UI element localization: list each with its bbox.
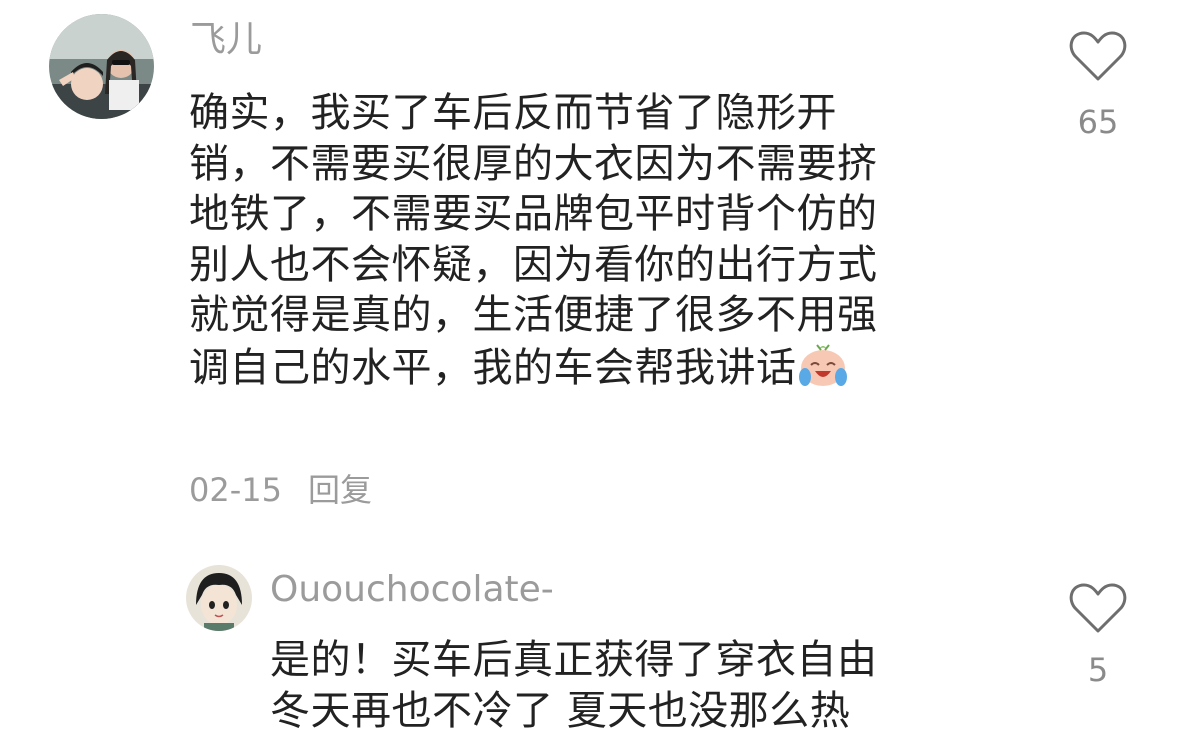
avatar-photo (186, 565, 252, 631)
avatar-photo (49, 14, 154, 119)
comment-body: 确实，我买了车后反而节省了隐形开 销，不需要买很厚的大衣因为不需要挤 地铁了，不… (189, 88, 878, 399)
like-button[interactable] (1068, 580, 1128, 640)
comment-line: 销，不需要买很厚的大衣因为不需要挤 (189, 140, 878, 187)
crying-laughing-face-emoji (797, 341, 849, 400)
comment-line: 确实，我买了车后反而节省了隐形开 (189, 90, 837, 136)
comment-body: 是的！买车后真正获得了穿衣自由 冬天再也不冷了 夏天也没那么热 (270, 635, 878, 736)
like-count: 5 (1087, 651, 1109, 689)
comment-line: 就觉得是真的，生活便捷了很多不用强 (189, 292, 878, 338)
like-count: 65 (1077, 103, 1119, 141)
comment-date: 02-15 (189, 471, 282, 509)
heart-outline-icon (1069, 583, 1127, 633)
comment-line: 是的！买车后真正获得了穿衣自由 (270, 637, 878, 683)
avatar[interactable] (186, 565, 252, 631)
comment-username[interactable]: 飞儿 (190, 20, 262, 60)
like-button[interactable] (1068, 28, 1128, 88)
comment-meta: 02-15 回复 (189, 472, 372, 508)
bottom-right-fade-overlay (860, 690, 1179, 748)
comment-line: 地铁了，不需要买品牌包平时背个仿的 (189, 191, 878, 237)
heart-outline-icon (1069, 31, 1127, 81)
comment-username[interactable]: Ououchocolate- (270, 570, 554, 610)
comment-line: 冬天再也不冷了 夏天也没那么热 (270, 687, 851, 734)
comment-line: 别人也不会怀疑，因为看你的出行方式 (189, 241, 878, 288)
comment-line: 调自己的水平，我的车会帮我讲话 (189, 344, 797, 391)
reply-button[interactable]: 回复 (308, 471, 372, 509)
avatar[interactable] (49, 14, 154, 119)
